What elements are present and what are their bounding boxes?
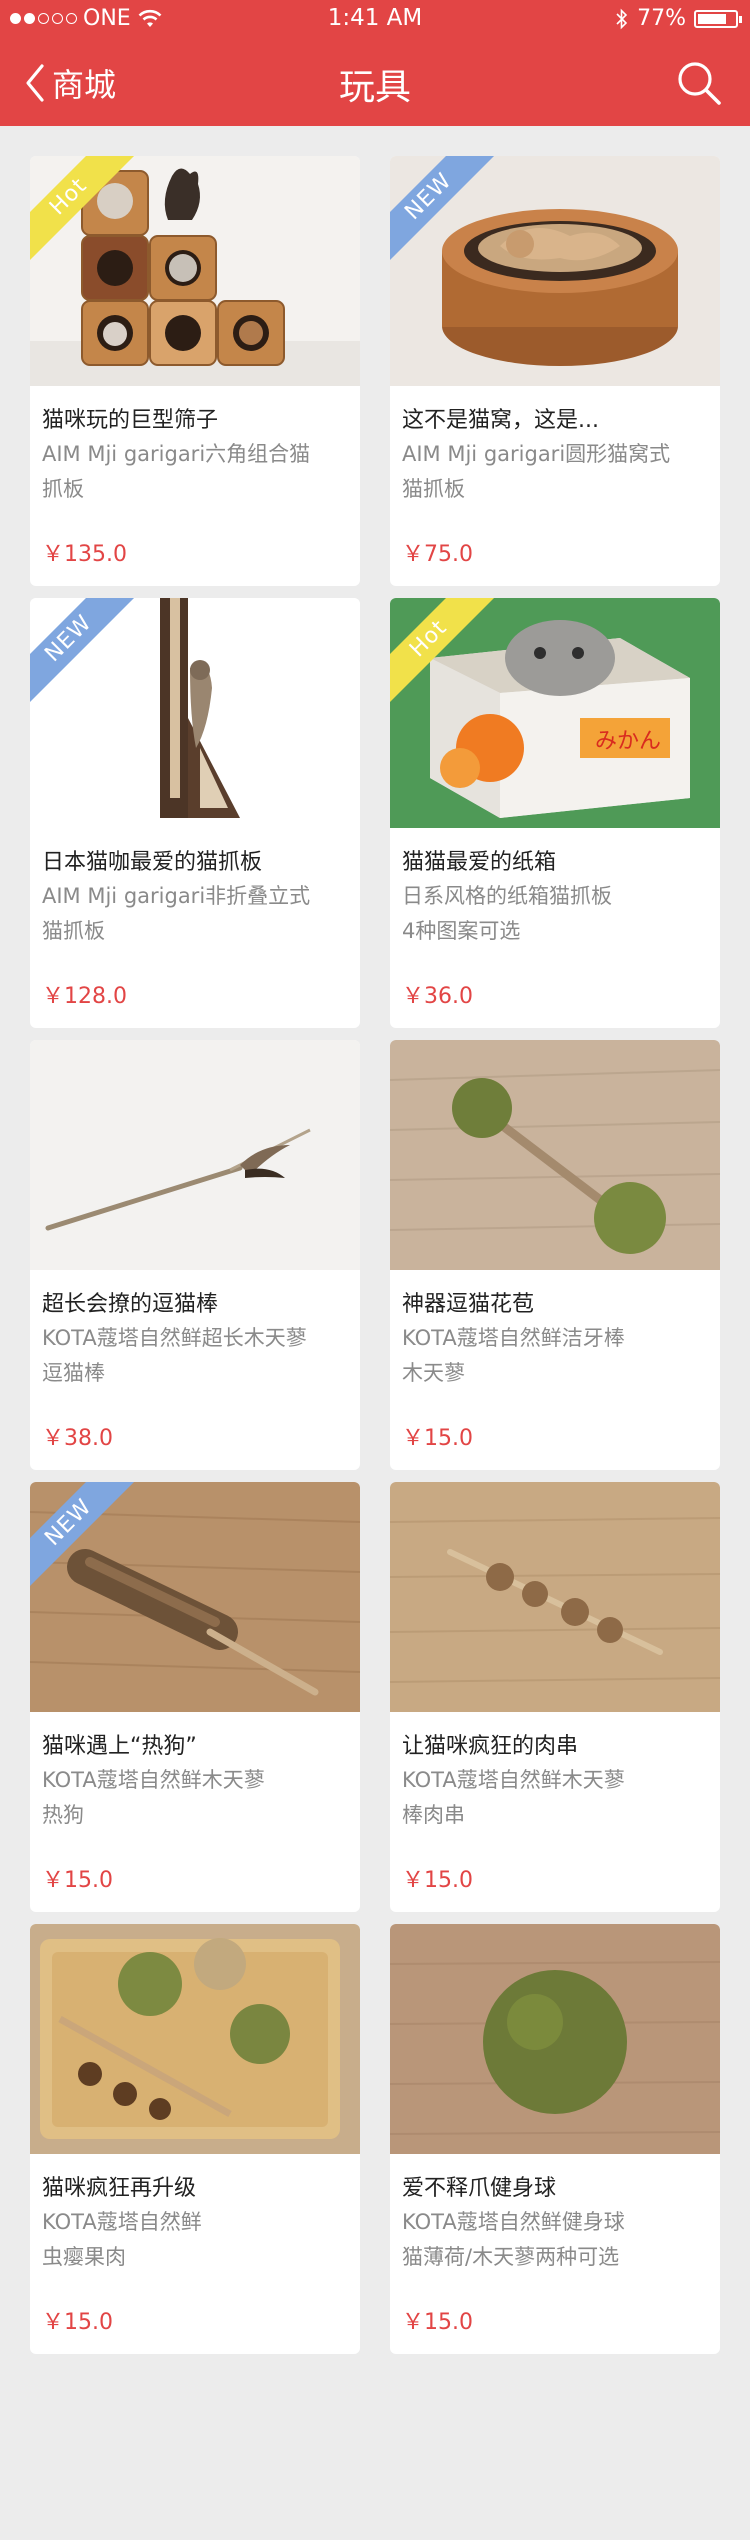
product-subtitle-line: KOTA蔻塔自然鲜木天蓼 <box>402 1768 625 1792</box>
product-title: 让猫咪疯狂的肉串 <box>402 1734 579 1759</box>
product-title: 猫咪玩的巨型筛子 <box>42 408 219 433</box>
product-card[interactable]: 爱不释爪健身球 KOTA蔻塔自然鲜健身球 猫薄荷/木天蓼两种可选 ￥15.0 <box>390 1924 720 2354</box>
product-subtitle-line: AIM Mji garigari六角组合猫 <box>42 442 311 466</box>
product-subtitle-line: KOTA蔻塔自然鲜超长木天蓼 <box>42 1326 307 1350</box>
product-card[interactable]: NEW 猫咪遇上“热狗” KOTA蔻塔自然鲜木天蓼 热狗 ￥15.0 <box>30 1482 360 1912</box>
product-subtitle-line: KOTA蔻塔自然鲜洁牙棒 <box>402 1326 625 1350</box>
product-image[interactable] <box>30 1040 360 1270</box>
product-subtitle: 日系风格的纸箱猫抓板 4种图案可选 <box>402 879 708 949</box>
product-subtitle-line: KOTA蔻塔自然鲜 <box>42 2210 202 2234</box>
bluetooth-icon <box>616 8 628 29</box>
product-subtitle-line: AIM Mji garigari非折叠立式 <box>42 884 311 908</box>
product-subtitle: KOTA蔻塔自然鲜超长木天蓼 逗猫棒 <box>42 1321 348 1391</box>
product-subtitle-line: 逗猫棒 <box>42 1361 105 1385</box>
product-card[interactable]: 猫咪疯狂再升级 KOTA蔻塔自然鲜 虫瘿果肉 ￥15.0 <box>30 1924 360 2354</box>
product-title: 超长会撩的逗猫棒 <box>42 1292 219 1317</box>
battery-percent: 77% <box>637 6 686 31</box>
svg-text:みかん: みかん <box>595 729 661 754</box>
product-price: ￥15.0 <box>402 1868 473 1893</box>
product-subtitle-line: 猫薄荷/木天蓼两种可选 <box>402 2245 620 2269</box>
product-title: 这不是猫窝，这是... <box>402 408 599 433</box>
product-subtitle-line: 热狗 <box>42 1803 84 1827</box>
battery-icon <box>694 9 742 28</box>
product-title: 神器逗猫花苞 <box>402 1292 535 1317</box>
product-image[interactable] <box>390 1040 720 1270</box>
battery-tip <box>739 15 742 23</box>
product-title: 猫猫最爱的纸箱 <box>402 850 557 875</box>
product-subtitle-line: AIM Mji garigari圆形猫窝式 <box>402 442 671 466</box>
product-price: ￥15.0 <box>42 2310 113 2335</box>
product-subtitle: KOTA蔻塔自然鲜健身球 猫薄荷/木天蓼两种可选 <box>402 2205 708 2275</box>
product-price: ￥135.0 <box>42 542 127 567</box>
product-subtitle-line: 猫抓板 <box>42 919 105 943</box>
product-price: ￥128.0 <box>42 984 127 1009</box>
status-bar: ONE 1:41 AM 77% <box>0 0 750 40</box>
product-subtitle-line: 日系风格的纸箱猫抓板 <box>402 884 612 908</box>
product-subtitle-line: KOTA蔻塔自然鲜健身球 <box>402 2210 625 2234</box>
product-subtitle: AIM Mji garigari非折叠立式 猫抓板 <box>42 879 348 949</box>
product-price: ￥36.0 <box>402 984 473 1009</box>
search-icon[interactable] <box>674 58 724 108</box>
nav-bar: 商城 玩具 <box>0 40 750 126</box>
product-card[interactable]: 神器逗猫花苞 KOTA蔻塔自然鲜洁牙棒 木天蓼 ￥15.0 <box>390 1040 720 1470</box>
product-subtitle-line: 猫抓板 <box>402 477 465 501</box>
product-price: ￥75.0 <box>402 542 473 567</box>
product-subtitle: AIM Mji garigari六角组合猫 抓板 <box>42 437 348 507</box>
product-card[interactable]: Hot 猫咪玩的巨型筛子 AIM Mji garigari六角组合猫 抓板 ￥135.0 <box>30 156 360 586</box>
product-subtitle: KOTA蔻塔自然鲜 虫瘿果肉 <box>42 2205 348 2275</box>
battery-level <box>698 13 726 24</box>
product-subtitle-line: KOTA蔻塔自然鲜木天蓼 <box>42 1768 265 1792</box>
product-card[interactable]: NEW 日本猫咖最爱的猫抓板 AIM Mji garigari非折叠立式 猫抓板 ￥12… <box>30 598 360 1028</box>
product-image[interactable] <box>390 1482 720 1712</box>
page-title: 玩具 <box>338 67 411 108</box>
product-price: ￥15.0 <box>42 1868 113 1893</box>
product-image[interactable] <box>30 1924 360 2154</box>
product-card[interactable]: 让猫咪疯狂的肉串 KOTA蔻塔自然鲜木天蓼 棒肉串 ￥15.0 <box>390 1482 720 1912</box>
product-price: ￥15.0 <box>402 1426 473 1451</box>
status-right: 77% <box>615 6 742 31</box>
product-subtitle: KOTA蔻塔自然鲜木天蓼 热狗 <box>42 1763 348 1833</box>
product-title: 猫咪疯狂再升级 <box>42 2176 197 2201</box>
product-price: ￥15.0 <box>402 2310 473 2335</box>
product-subtitle-line: 木天蓼 <box>402 1361 465 1385</box>
product-subtitle-line: 4种图案可选 <box>402 919 521 943</box>
product-price: ￥38.0 <box>42 1426 113 1451</box>
product-card[interactable]: みかん Hot 猫猫最爱的纸箱 日系风格的纸箱猫抓板 4种图案可选 ￥36.0 <box>390 598 720 1028</box>
product-subtitle-line: 抓板 <box>42 477 84 501</box>
app-header: ONE 1:41 AM 77% 商城 玩具 <box>0 0 750 126</box>
product-title: 爱不释爪健身球 <box>402 2176 557 2201</box>
product-subtitle: KOTA蔻塔自然鲜木天蓼 棒肉串 <box>402 1763 708 1833</box>
product-title: 日本猫咖最爱的猫抓板 <box>42 850 263 875</box>
product-subtitle-line: 虫瘿果肉 <box>42 2245 126 2269</box>
product-title: 猫咪遇上“热狗” <box>42 1734 197 1759</box>
product-subtitle: KOTA蔻塔自然鲜洁牙棒 木天蓼 <box>402 1321 708 1391</box>
product-card[interactable]: 超长会撩的逗猫棒 KOTA蔻塔自然鲜超长木天蓼 逗猫棒 ￥38.0 <box>30 1040 360 1470</box>
product-image[interactable] <box>390 1924 720 2154</box>
product-subtitle-line: 棒肉串 <box>402 1803 465 1827</box>
product-subtitle: AIM Mji garigari圆形猫窝式 猫抓板 <box>402 437 708 507</box>
product-card[interactable]: NEW 这不是猫窝，这是... AIM Mji garigari圆形猫窝式 猫抓板 ￥7… <box>390 156 720 586</box>
